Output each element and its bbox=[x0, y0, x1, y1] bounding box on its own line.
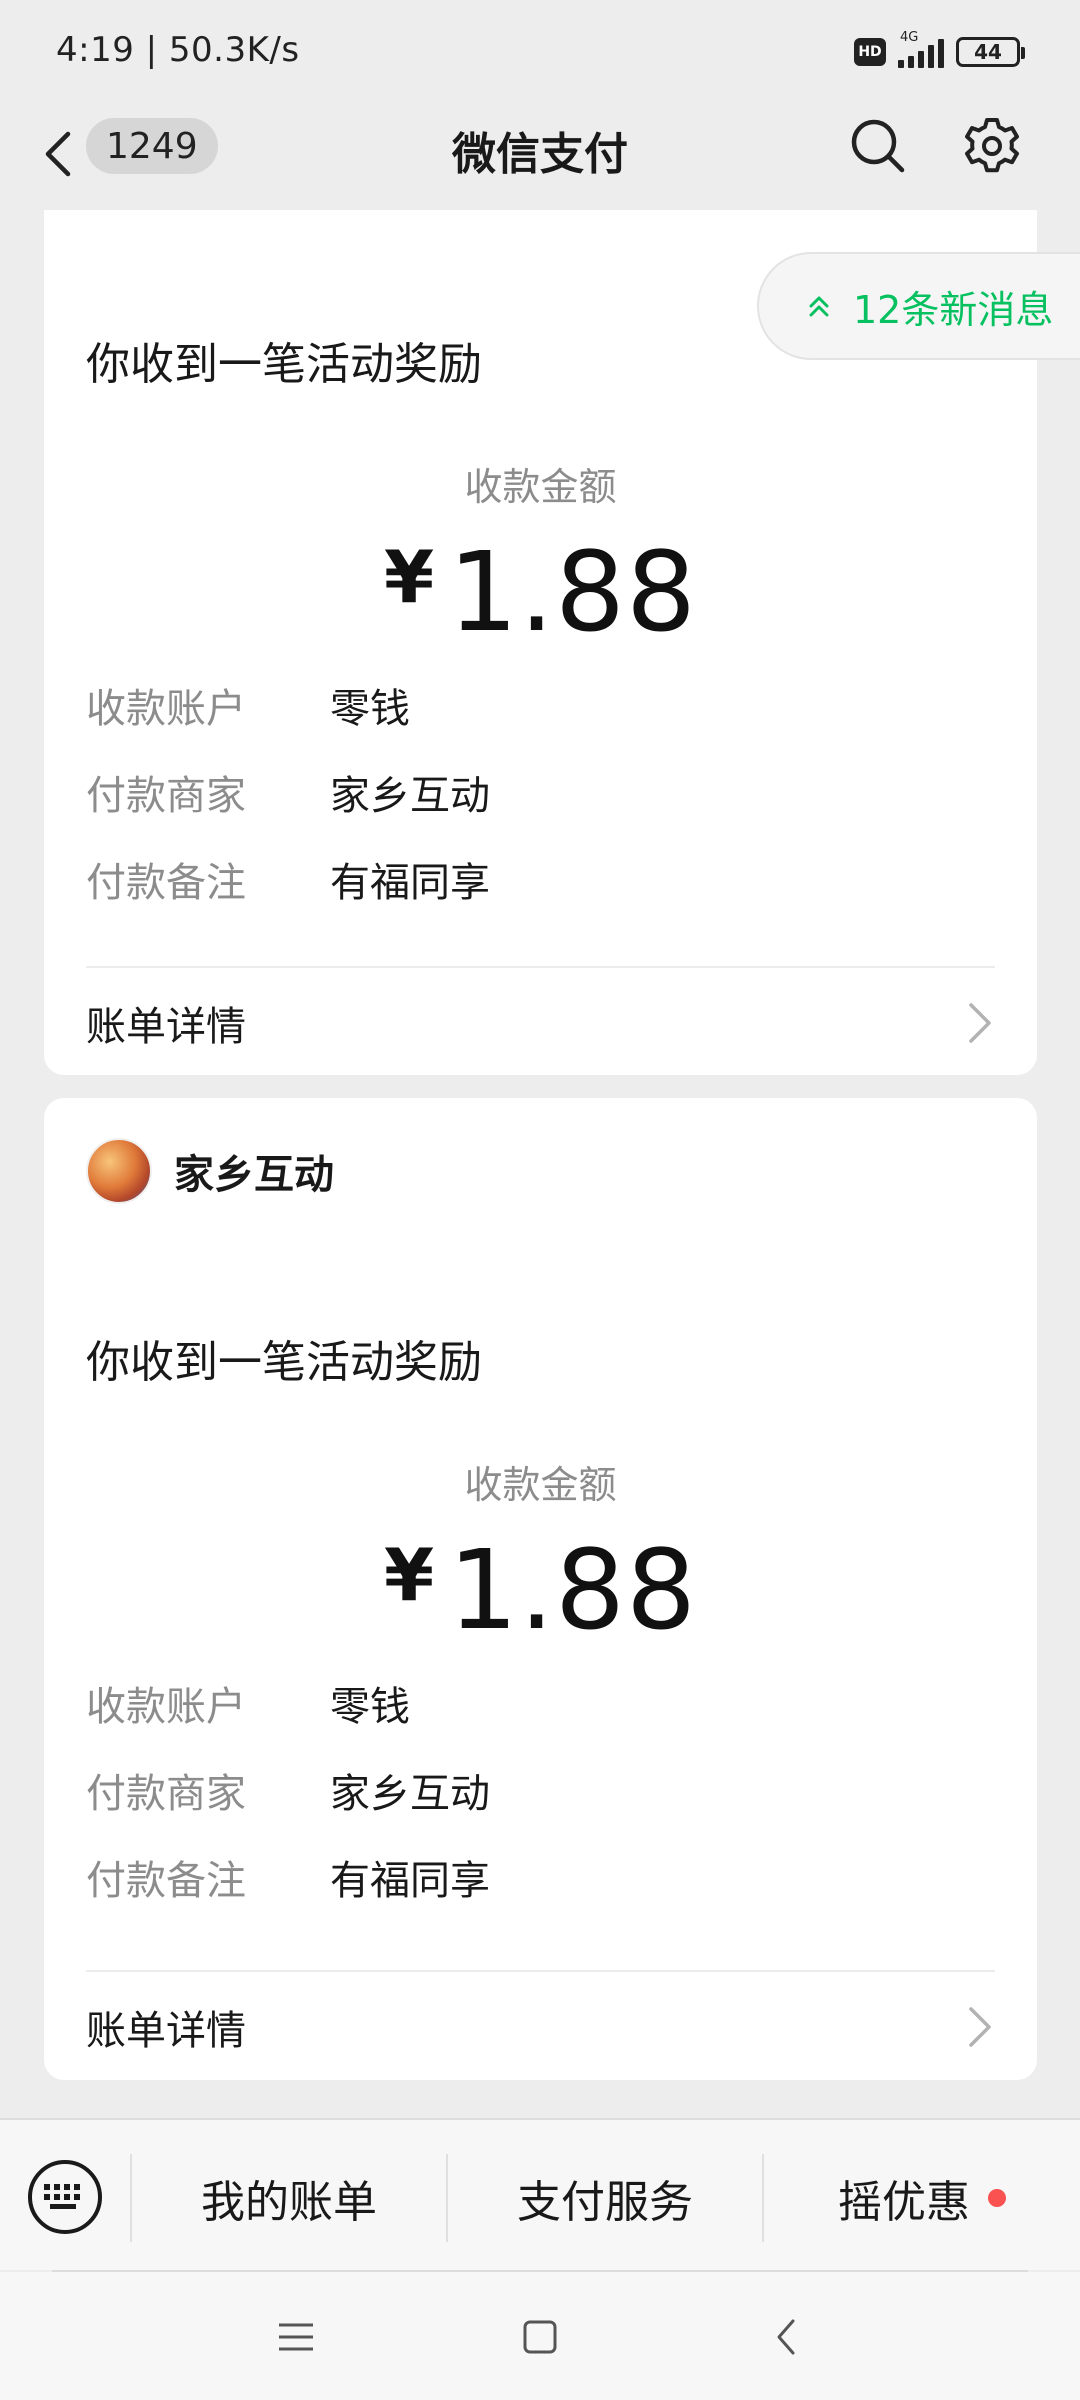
double-chevron-up-icon bbox=[809, 296, 829, 317]
battery-icon: 44 bbox=[956, 37, 1025, 67]
notification-dot bbox=[988, 2189, 1006, 2207]
info-row: 付款商家 家乡互动 bbox=[86, 1761, 490, 1819]
menu-shake-discounts-label: 摇优惠 bbox=[838, 2177, 970, 2228]
bill-details-label: 账单详情 bbox=[86, 2008, 246, 2054]
merchant-header[interactable]: 家乡互动 bbox=[86, 1138, 334, 1204]
info-row: 付款备注 有福同享 bbox=[86, 850, 490, 908]
info-row: 付款商家 家乡互动 bbox=[86, 763, 490, 821]
new-messages-label: 12条新消息 bbox=[853, 287, 1054, 332]
row-value: 零钱 bbox=[330, 1684, 410, 1730]
payment-card: 家乡互动 你收到一笔活动奖励 收款金额 ¥1.88 收款账户 零钱 付款商家 家… bbox=[44, 1098, 1037, 2080]
bill-details-label: 账单详情 bbox=[86, 1004, 246, 1050]
menu-icon[interactable] bbox=[256, 2302, 336, 2372]
card-heading: 你收到一笔活动奖励 bbox=[86, 339, 482, 390]
row-value: 有福同享 bbox=[330, 1858, 490, 1904]
merchant-avatar bbox=[86, 1138, 152, 1204]
info-row: 收款账户 零钱 bbox=[86, 1674, 410, 1732]
menu-my-bills[interactable]: 我的账单 bbox=[132, 2154, 446, 2242]
row-value: 家乡互动 bbox=[330, 773, 490, 819]
row-label: 付款备注 bbox=[86, 1858, 246, 1904]
amount-value: 1.88 bbox=[448, 528, 698, 656]
status-time: 4:19 | 50.3K/s bbox=[56, 30, 300, 70]
status-indicators: HD 4G 44 bbox=[854, 30, 1025, 74]
bill-details-link[interactable]: 账单详情 bbox=[86, 1972, 995, 2082]
bill-details-link[interactable]: 账单详情 bbox=[86, 968, 995, 1078]
navigation-bar bbox=[0, 2272, 1080, 2400]
menu-payment-services[interactable]: 支付服务 bbox=[448, 2154, 762, 2242]
keyboard-icon[interactable] bbox=[28, 2160, 102, 2234]
menu-shake-discounts[interactable]: 摇优惠 bbox=[764, 2154, 1080, 2242]
row-value: 零钱 bbox=[330, 686, 410, 732]
new-messages-button[interactable]: 12条新消息 bbox=[757, 252, 1080, 360]
row-value: 家乡互动 bbox=[330, 1771, 490, 1817]
amount-label: 收款金额 bbox=[464, 1463, 617, 1507]
info-row: 付款备注 有福同享 bbox=[86, 1848, 490, 1906]
amount: ¥1.88 bbox=[44, 528, 1037, 656]
page-title: 微信支付 bbox=[452, 129, 628, 180]
row-value: 有福同享 bbox=[330, 860, 490, 906]
chevron-right-icon bbox=[969, 2007, 991, 2047]
row-label: 收款账户 bbox=[86, 1684, 246, 1730]
card-heading: 你收到一笔活动奖励 bbox=[86, 1337, 482, 1388]
status-bar: 4:19 | 50.3K/s HD 4G 44 bbox=[0, 0, 1080, 100]
info-row: 收款账户 零钱 bbox=[86, 676, 410, 734]
row-label: 付款商家 bbox=[86, 773, 246, 819]
bottom-menu: 我的账单 支付服务 摇优惠 bbox=[0, 2118, 1080, 2270]
currency-symbol: ¥ bbox=[383, 535, 435, 619]
row-label: 收款账户 bbox=[86, 686, 246, 732]
amount: ¥1.88 bbox=[44, 1526, 1037, 1654]
amount-label: 收款金额 bbox=[464, 465, 617, 509]
search-icon[interactable] bbox=[846, 114, 910, 178]
title-bar: 1249 微信支付 bbox=[0, 100, 1080, 208]
signal-icon: 4G bbox=[898, 30, 944, 68]
row-label: 付款商家 bbox=[86, 1771, 246, 1817]
chevron-right-icon bbox=[969, 1003, 991, 1043]
merchant-name: 家乡互动 bbox=[174, 1152, 334, 1198]
battery-level: 44 bbox=[974, 40, 1002, 64]
currency-symbol: ¥ bbox=[383, 1533, 435, 1617]
hd-icon: HD bbox=[854, 38, 886, 66]
home-icon[interactable] bbox=[500, 2302, 580, 2372]
row-label: 付款备注 bbox=[86, 860, 246, 906]
network-type: 4G bbox=[900, 30, 919, 45]
screen: 4:19 | 50.3K/s HD 4G 44 1249 微信支付 你收到一笔活… bbox=[0, 0, 1080, 2400]
amount-value: 1.88 bbox=[448, 1526, 698, 1654]
back-icon[interactable] bbox=[746, 2302, 826, 2372]
gear-icon[interactable] bbox=[960, 114, 1024, 178]
